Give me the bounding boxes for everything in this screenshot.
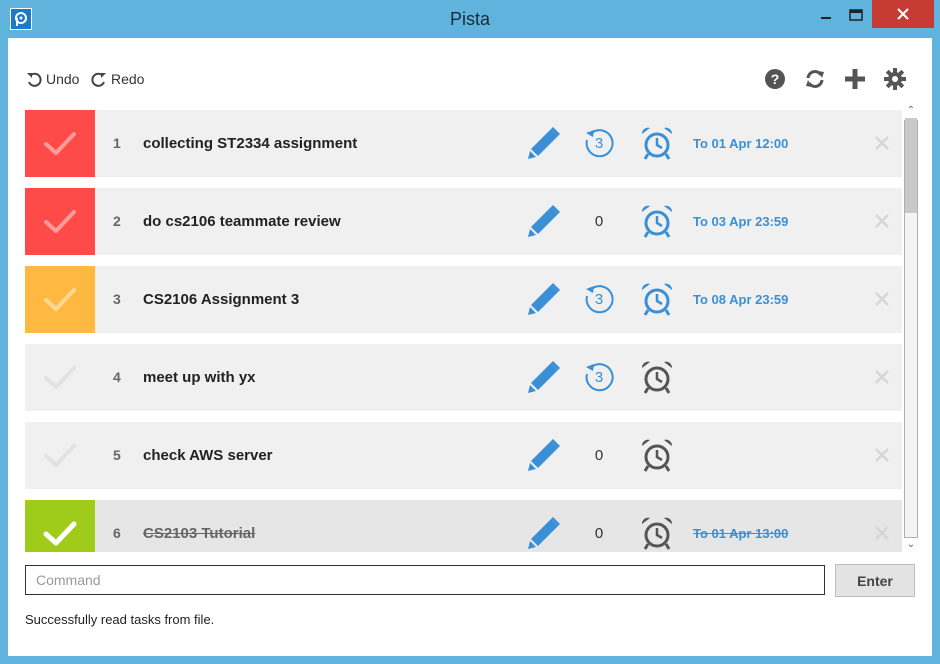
recurrence-indicator[interactable]: 0 [581,516,617,552]
recurrence-indicator[interactable]: 3 [581,282,617,318]
task-index: 3 [113,291,121,307]
svg-text:?: ? [771,71,780,87]
checkmark-icon [44,365,76,389]
task-name: collecting ST2334 assignment [143,135,358,152]
task-row[interactable]: 3 CS2106 Assignment 3 3 To 08 Apr 23:59 [25,266,902,333]
complete-checkbox[interactable] [25,188,95,255]
edit-pencil-icon[interactable] [525,360,561,396]
recurrence-count: 0 [594,525,604,542]
edit-pencil-icon[interactable] [525,516,561,552]
command-input[interactable] [25,565,825,595]
recurrence-indicator[interactable]: 0 [581,438,617,474]
add-icon[interactable] [844,68,866,90]
checkmark-icon [44,443,76,467]
enter-button[interactable]: Enter [835,564,915,597]
task-row[interactable]: 4 meet up with yx 3 [25,344,902,411]
task-row[interactable]: 5 check AWS server 0 [25,422,902,489]
task-deadline: To 01 Apr 12:00 [693,136,789,151]
task-name: do cs2106 teammate review [143,213,341,230]
task-name: meet up with yx [143,369,256,386]
edit-pencil-icon[interactable] [525,438,561,474]
task-index: 5 [113,447,121,463]
edit-pencil-icon[interactable] [525,282,561,318]
edit-pencil-icon[interactable] [525,204,561,240]
scroll-down-arrow-icon[interactable]: ⌄ [905,540,917,550]
complete-checkbox[interactable] [25,500,95,552]
recurrence-indicator[interactable]: 3 [581,126,617,162]
task-list: 1 collecting ST2334 assignment 3 To 01 Apr … [25,110,902,552]
edit-pencil-icon[interactable] [525,126,561,162]
app-window: Pista Undo Redo ? 1 collecting ST2334 as… [0,0,940,664]
task-name: CS2106 Assignment 3 [143,291,300,308]
status-message: Successfully read tasks from file. [25,612,215,627]
scrollbar[interactable]: ⌃ ⌄ [902,106,920,552]
recurrence-count: 0 [594,447,604,464]
task-row[interactable]: 2 do cs2106 teammate review 0 To 03 Apr 23:… [25,188,902,255]
recurrence-count: 3 [594,291,604,308]
delete-x-icon[interactable] [873,446,891,464]
redo-label: Redo [111,71,145,87]
recurrence-indicator[interactable]: 3 [581,360,617,396]
redo-icon [91,72,106,87]
task-index: 6 [113,525,121,541]
task-row[interactable]: 1 collecting ST2334 assignment 3 To 01 Apr … [25,110,902,177]
task-index: 1 [113,135,121,151]
recurrence-indicator[interactable]: 0 [581,204,617,240]
delete-x-icon[interactable] [873,134,891,152]
main-panel: Undo Redo ? 1 collecting ST2334 assignmen… [8,38,932,656]
alarm-clock-icon[interactable] [639,281,675,317]
task-name: check AWS server [143,447,273,464]
redo-button[interactable]: Redo [90,70,144,88]
alarm-clock-icon[interactable] [639,437,675,473]
checkmark-icon [44,131,76,155]
complete-checkbox[interactable] [25,422,95,489]
alarm-clock-icon[interactable] [639,359,675,395]
task-deadline: To 03 Apr 23:59 [693,214,789,229]
recurrence-count: 0 [594,213,604,230]
window-title: Pista [449,9,491,29]
help-icon[interactable]: ? [764,68,786,90]
undo-button[interactable]: Undo [25,70,79,88]
complete-checkbox[interactable] [25,110,95,177]
title-bar: Pista [0,0,940,38]
task-index: 2 [113,213,121,229]
maximize-button[interactable] [842,0,870,30]
task-name: CS2103 Tutorial [143,525,256,542]
complete-checkbox[interactable] [25,344,95,411]
delete-x-icon[interactable] [873,290,891,308]
checkmark-icon [43,521,77,545]
task-index: 4 [113,369,121,385]
task-deadline: To 01 Apr 13:00 [693,526,789,541]
settings-icon[interactable] [884,68,906,90]
delete-x-icon[interactable] [873,368,891,386]
recurrence-count: 3 [594,135,604,152]
complete-checkbox[interactable] [25,266,95,333]
scroll-up-arrow-icon[interactable]: ⌃ [905,106,917,116]
task-row[interactable]: 6 CS2103 Tutorial 0 To 01 Apr 13:00 [25,500,902,552]
checkmark-icon [44,287,76,311]
delete-x-icon[interactable] [873,212,891,230]
scroll-thumb[interactable] [905,118,917,213]
undo-icon [27,72,42,87]
refresh-icon[interactable] [804,68,826,90]
alarm-clock-icon[interactable] [639,125,675,161]
undo-label: Undo [46,71,80,87]
close-button[interactable] [872,0,934,28]
checkmark-icon [44,209,76,233]
task-deadline: To 08 Apr 23:59 [693,292,789,307]
minimize-button[interactable] [812,0,840,30]
alarm-clock-icon[interactable] [639,203,675,239]
recurrence-count: 3 [594,369,604,386]
alarm-clock-icon[interactable] [639,515,675,551]
delete-x-icon[interactable] [873,524,891,542]
